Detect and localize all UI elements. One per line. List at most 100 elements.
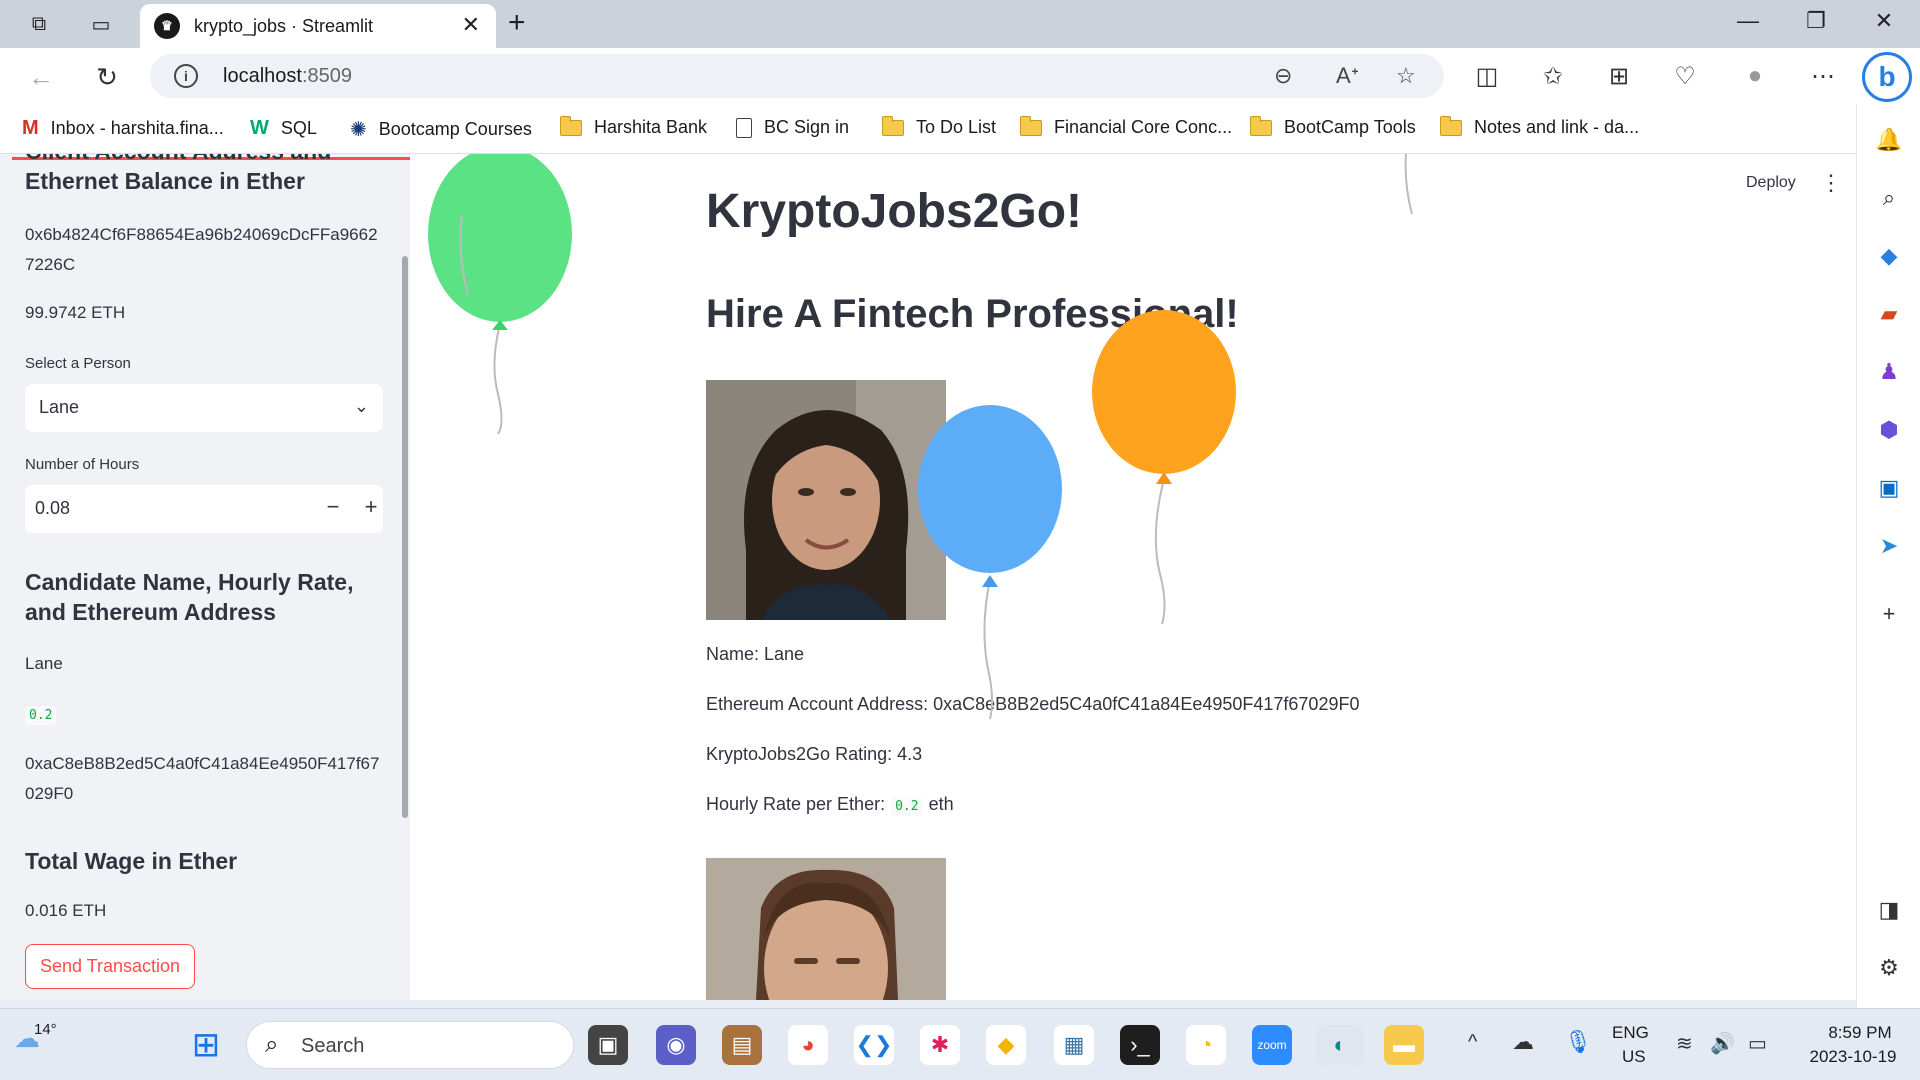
sidebar-settings-icon[interactable]: ⚙: [1873, 952, 1905, 984]
candidate-address: 0xaC8eB8B2ed5C4a0fC41a84Ee4950F417f67029…: [25, 754, 380, 803]
folder-icon: [1440, 115, 1462, 136]
tools-icon[interactable]: ▰: [1873, 298, 1905, 330]
notifications-icon[interactable]: 🔔: [1873, 124, 1905, 156]
windows-start-icon[interactable]: ⊞: [186, 1025, 226, 1065]
wifi-icon[interactable]: ≋: [1676, 1031, 1693, 1056]
task-view-icon[interactable]: ▣: [588, 1025, 628, 1065]
file-explorer-icon[interactable]: ▬: [1384, 1025, 1424, 1065]
client-balance: 99.9742 ETH: [25, 303, 126, 322]
tab-actions-icon[interactable]: ▭: [86, 9, 116, 39]
decrement-button[interactable]: −: [318, 494, 348, 524]
increment-button[interactable]: +: [356, 494, 386, 524]
deploy-button[interactable]: Deploy: [1746, 174, 1796, 192]
microsoft-365-icon[interactable]: ⬢: [1873, 414, 1905, 446]
bookmark-to-do-list[interactable]: To Do List: [882, 115, 996, 138]
games-icon[interactable]: ♟: [1873, 356, 1905, 388]
read-aloud-icon[interactable]: Aᐩ: [1336, 63, 1359, 89]
candidate-photo-second: [706, 858, 946, 1000]
bookmark-notes-and-link[interactable]: Notes and link - da...: [1440, 115, 1639, 138]
show-hidden-icons[interactable]: ^: [1468, 1031, 1477, 1054]
app-diamond-icon[interactable]: ◆: [986, 1025, 1026, 1065]
hourly-rate-prefix: Hourly Rate per Ether:: [706, 794, 886, 814]
minimize-icon[interactable]: —: [1728, 8, 1768, 34]
teams-chat-icon[interactable]: ◉: [656, 1025, 696, 1065]
workspaces-icon[interactable]: ⧉: [24, 9, 54, 39]
browser-tab[interactable]: ♛ krypto_jobs · Streamlit ✕: [140, 4, 496, 48]
bookmark-bootcamp-courses[interactable]: ✺ Bootcamp Courses: [350, 117, 532, 142]
site-info-icon[interactable]: i: [174, 64, 198, 88]
back-icon[interactable]: ←: [24, 60, 58, 94]
main-menu-icon[interactable]: ⋮: [1820, 170, 1842, 196]
volume-icon[interactable]: 🔊: [1710, 1031, 1735, 1056]
clock-time[interactable]: 8:59 PM: [1810, 1023, 1910, 1043]
terminal-icon[interactable]: ›_: [1120, 1025, 1160, 1065]
select-person-value: Lane: [39, 397, 80, 417]
app-sidebar: Client Account Address and Ethernet Bala…: [0, 154, 410, 1000]
collections-icon[interactable]: ⊞: [1602, 62, 1636, 91]
file-archive-icon[interactable]: ▤: [722, 1025, 762, 1065]
battery-icon[interactable]: ▭: [1748, 1031, 1767, 1056]
more-options-icon[interactable]: ⋯: [1806, 62, 1840, 91]
tab-title: krypto_jobs · Streamlit: [194, 15, 374, 36]
split-screen-icon[interactable]: ◫: [1470, 62, 1504, 91]
send-transaction-button[interactable]: Send Transaction: [25, 944, 195, 989]
weather-temp[interactable]: 14°: [34, 1021, 57, 1038]
bookmark-label: Financial Core Conc...: [1054, 117, 1233, 137]
browser-essentials-icon[interactable]: ♡: [1668, 62, 1702, 91]
bookmark-inbox[interactable]: M Inbox - harshita.fina...: [22, 117, 224, 140]
refresh-icon[interactable]: ↻: [90, 60, 124, 94]
zoom-icon[interactable]: ⊖: [1274, 63, 1292, 89]
close-window-icon[interactable]: ✕: [1864, 8, 1904, 34]
hours-label: Number of Hours: [25, 456, 140, 473]
favorites-icon[interactable]: ✩: [1536, 62, 1570, 91]
hide-sidebar-icon[interactable]: ◨: [1873, 894, 1905, 926]
onedrive-icon[interactable]: ☁: [1512, 1029, 1534, 1055]
shopping-icon[interactable]: ◆: [1873, 240, 1905, 272]
streamlit-page: Client Account Address and Ethernet Bala…: [0, 154, 1856, 1000]
copilot-icon[interactable]: b: [1862, 52, 1912, 102]
bookmark-bootcamp-tools[interactable]: BootCamp Tools: [1250, 115, 1416, 138]
microphone-icon[interactable]: 🎙: [1564, 1029, 1592, 1055]
hours-number-input[interactable]: 0.08 − +: [25, 485, 383, 533]
bookmark-sql[interactable]: W SQL: [250, 117, 317, 140]
address-bar[interactable]: i localhost:8509 ⊖ Aᐩ ☆: [150, 54, 1444, 98]
outlook-icon[interactable]: ▣: [1873, 472, 1905, 504]
edge-icon[interactable]: ◐: [1316, 1025, 1364, 1065]
bookmark-bc-sign-in[interactable]: BC Sign in: [736, 117, 849, 138]
bookmark-label: Harshita Bank: [594, 117, 708, 137]
add-sidebar-app-icon[interactable]: +: [1873, 598, 1905, 630]
hourly-rate-value: 0.2: [891, 797, 923, 816]
chrome-icon[interactable]: ◕: [788, 1025, 828, 1065]
zoom-icon[interactable]: zoom: [1252, 1025, 1292, 1065]
candidate-photo-2: [706, 858, 946, 1000]
drop-icon[interactable]: ➤: [1873, 530, 1905, 562]
url-text[interactable]: localhost:8509: [223, 65, 352, 88]
hours-value[interactable]: 0.08: [35, 498, 70, 519]
slack-icon[interactable]: ✱: [920, 1025, 960, 1065]
vscode-icon[interactable]: ❮❯: [854, 1025, 894, 1065]
streamlit-favicon-icon: ♛: [154, 13, 180, 39]
folder-icon: [1020, 115, 1042, 136]
python-icon[interactable]: ▦: [1054, 1025, 1094, 1065]
profile-icon[interactable]: ●: [1738, 62, 1772, 90]
chevron-down-icon: ⌄: [353, 396, 369, 416]
select-person-label: Select a Person: [25, 355, 131, 372]
language-line-2[interactable]: US: [1622, 1047, 1646, 1067]
clock-date[interactable]: 2023-10-19: [1798, 1047, 1908, 1067]
taskbar-search[interactable]: ⌕ Search: [246, 1021, 574, 1069]
bookmark-label: Inbox - harshita.fina...: [50, 118, 224, 138]
sidebar-scrollbar[interactable]: [402, 256, 408, 818]
chrome-canary-icon[interactable]: ◔: [1186, 1025, 1226, 1065]
select-person-dropdown[interactable]: Lane ⌄: [25, 384, 383, 432]
close-tab-icon[interactable]: ✕: [462, 12, 480, 38]
search-icon[interactable]: ⌕: [1873, 182, 1905, 214]
language-line-1[interactable]: ENG: [1612, 1023, 1649, 1043]
new-tab-icon[interactable]: +: [508, 6, 526, 40]
candidate-name: Lane: [25, 654, 63, 673]
bookmark-harshita-bank[interactable]: Harshita Bank: [560, 115, 708, 138]
restore-icon[interactable]: ❐: [1796, 8, 1836, 34]
bookmark-label: SQL: [280, 118, 317, 138]
favorite-star-icon[interactable]: ☆: [1396, 63, 1416, 89]
bookmark-financial-core[interactable]: Financial Core Conc...: [1020, 115, 1233, 138]
search-icon: ⌕: [265, 1031, 279, 1058]
